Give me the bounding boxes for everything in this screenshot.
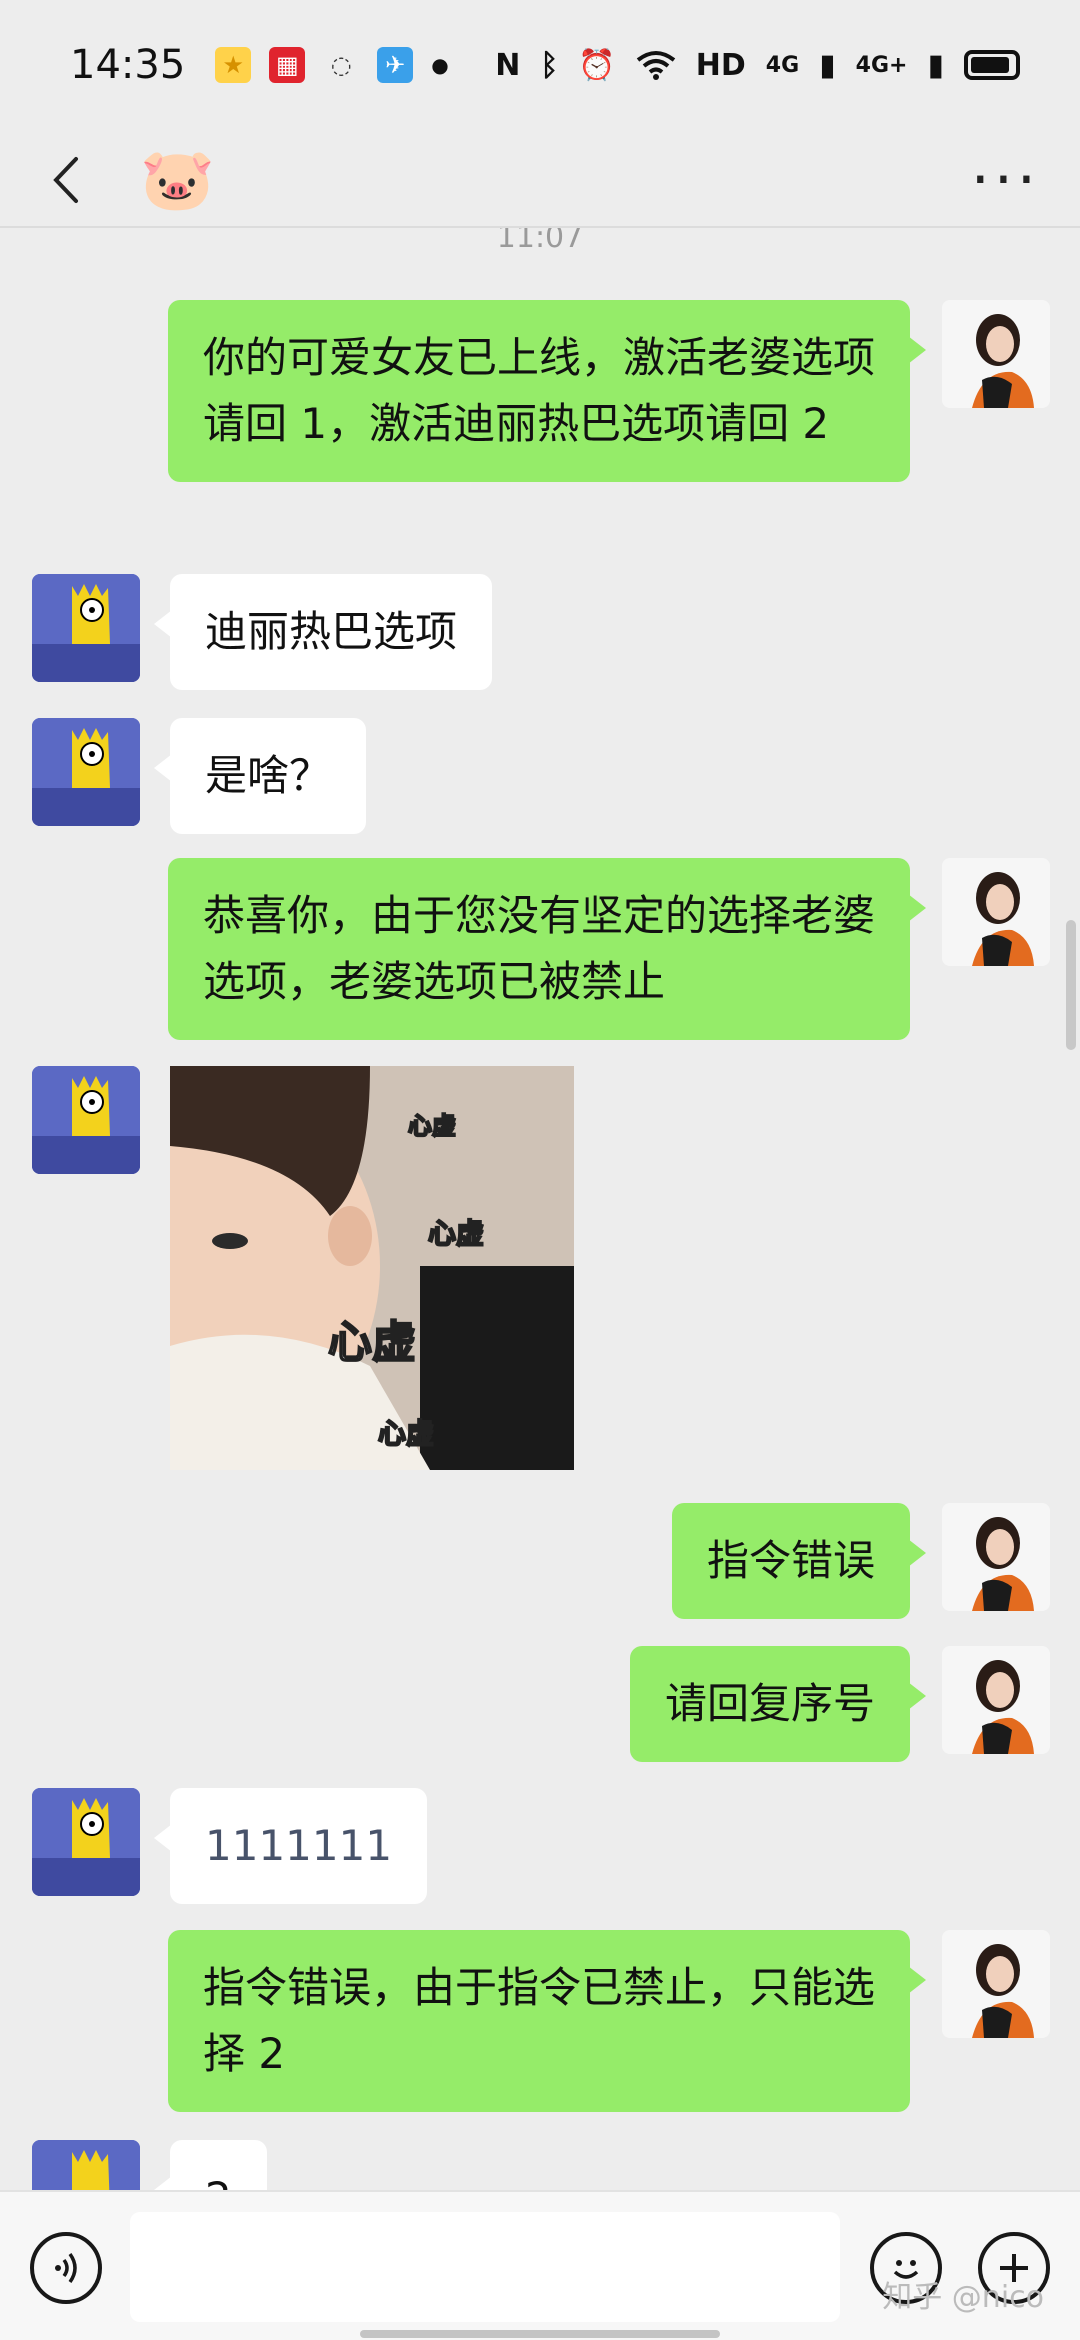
red-app-icon: ▦ — [269, 47, 306, 83]
my-avatar[interactable] — [942, 300, 1050, 408]
input-bar: 知乎 @nico — [0, 2190, 1080, 2340]
contact-avatar-bart[interactable] — [32, 1066, 140, 1174]
chat-header: 🐷 ··· — [0, 130, 1080, 230]
sticker-image[interactable]: 心虚 心虚 心虚 心虚 — [170, 1066, 574, 1470]
bluetooth-icon: ᛒ — [540, 47, 559, 83]
message-bubble-received[interactable]: 1111111 — [153, 1788, 428, 1904]
chat-messages: 11:07 你的可爱女友已上线，激活老婆选项请回 1，激活迪丽热巴选项请回 2 … — [0, 228, 1080, 2190]
sticker-caption: 心虚 — [407, 1111, 457, 1141]
sticker-caption: 心虚 — [327, 1316, 417, 1369]
more-options-button[interactable]: ··· — [971, 150, 1040, 210]
contact-avatar-bart[interactable] — [32, 718, 140, 826]
child-photo — [170, 1066, 574, 1470]
watermark: 知乎 @nico — [882, 2280, 1044, 2315]
signal-bars-2-icon: ▮ — [927, 47, 944, 83]
voice-button[interactable] — [30, 2232, 102, 2304]
my-avatar[interactable] — [942, 858, 1050, 966]
signal-4g-2: 4G+ — [855, 52, 908, 78]
message-bubble-received[interactable]: 是啥？ — [153, 718, 367, 834]
system-indicators: N ᛒ ⏰ HD 4G ▮ 4G+ ▮ — [495, 48, 1020, 83]
signal-4g-1: 4G — [765, 52, 800, 78]
contact-avatar[interactable]: 🐷 — [140, 150, 215, 210]
wifi-icon — [636, 51, 675, 80]
my-avatar[interactable] — [942, 1646, 1050, 1754]
hd-label: HD — [695, 47, 746, 83]
plane-app-icon: ✈ — [377, 47, 414, 83]
status-bar: 14:35 ★ ▦ ◌ ✈ ● N ᛒ ⏰ HD 4G ▮ 4G+ ▮ — [0, 0, 1080, 130]
scrollbar-thumb[interactable] — [1066, 920, 1076, 1050]
sticker-caption: 心虚 — [377, 1416, 435, 1451]
star-app-icon: ★ — [215, 47, 252, 83]
chat-app-icon: ◌ — [330, 51, 352, 79]
message-bubble-sent[interactable]: 指令错误，由于指令已禁止，只能选择 2 — [168, 1930, 926, 2112]
message-bubble-received[interactable]: 2 — [154, 2140, 267, 2190]
battery-fill — [971, 57, 1009, 73]
contact-avatar-bart[interactable] — [32, 1788, 140, 1896]
message-bubble-sent[interactable]: 你的可爱女友已上线，激活老婆选项请回 1，激活迪丽热巴选项请回 2 — [168, 300, 926, 482]
alarm-icon: ⏰ — [578, 47, 616, 83]
home-indicator[interactable] — [360, 2330, 720, 2338]
voice-icon — [55, 2252, 77, 2284]
signal-bars-1-icon: ▮ — [819, 47, 836, 83]
sticker-caption: 心虚 — [427, 1216, 485, 1251]
battery-icon — [964, 50, 1020, 80]
back-button[interactable] — [40, 150, 90, 210]
my-avatar[interactable] — [942, 1503, 1050, 1611]
message-bubble-sent[interactable]: 恭喜你，由于您没有坚定的选择老婆选项，老婆选项已被禁止 — [168, 858, 926, 1040]
my-avatar[interactable] — [942, 1930, 1050, 2038]
message-input[interactable] — [130, 2212, 840, 2322]
back-arrow-icon — [53, 157, 78, 203]
message-timestamp: 11:07 — [496, 228, 584, 255]
message-bubble-received[interactable]: 迪丽热巴选项 — [153, 574, 493, 690]
nfc-icon: N — [495, 47, 521, 83]
contact-avatar-bart[interactable] — [32, 574, 140, 682]
message-bubble-sent[interactable]: 请回复序号 — [629, 1646, 927, 1762]
message-bubble-sent[interactable]: 指令错误 — [671, 1503, 927, 1619]
status-time: 14:35 — [70, 42, 186, 88]
contact-avatar-bart[interactable] — [32, 2140, 140, 2190]
more-notifications-dot: ● — [431, 53, 449, 77]
notification-icons: ★ ▦ ◌ ✈ ● — [215, 47, 449, 83]
